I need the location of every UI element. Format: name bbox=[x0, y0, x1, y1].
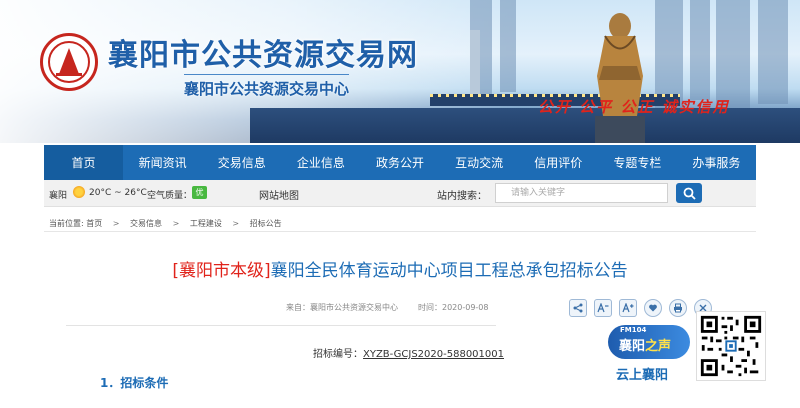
divider bbox=[66, 325, 496, 326]
breadcrumb-item-trade-info[interactable]: 交易信息 bbox=[130, 219, 162, 228]
bid-number-label: 招标编号： bbox=[313, 349, 363, 360]
sun-icon bbox=[73, 186, 85, 198]
weather-city: 襄阳 bbox=[49, 191, 68, 201]
article-region-tag: [襄阳市本级] bbox=[172, 261, 271, 281]
weather-temperature: 20°C ~ 26°C bbox=[89, 188, 147, 198]
radio-slogan: 云上襄阳 bbox=[616, 368, 669, 383]
radio-name-part1: 襄阳 bbox=[619, 339, 646, 354]
search-button[interactable] bbox=[676, 183, 702, 203]
breadcrumb-item-home[interactable]: 首页 bbox=[86, 219, 102, 228]
breadcrumb-item-construction[interactable]: 工程建设 bbox=[190, 219, 222, 228]
nav-item-interaction[interactable]: 互动交流 bbox=[440, 145, 519, 180]
banner-building bbox=[655, 0, 683, 108]
article-source: 来自：襄阳市公共资源交易中心 bbox=[286, 303, 398, 312]
banner-building bbox=[500, 0, 516, 92]
radio-name: 襄阳之声 bbox=[619, 335, 671, 354]
air-quality-label: 空气质量： bbox=[147, 191, 193, 201]
site-logo[interactable] bbox=[40, 33, 98, 91]
article-date: 时间：2020-09-08 bbox=[418, 303, 489, 312]
divider bbox=[44, 231, 756, 232]
nav-item-home[interactable]: 首页 bbox=[44, 145, 124, 180]
site-subtitle: 襄阳市公共资源交易中心 bbox=[184, 74, 350, 99]
radio-promo[interactable]: FM104 襄阳之声 云上襄阳 bbox=[605, 315, 695, 383]
info-bar: 襄阳 20°C ~ 26°C 空气质量： 优 网站地图 站内搜索： bbox=[44, 180, 756, 207]
radio-frequency: FM104 bbox=[620, 326, 647, 334]
nav-item-special[interactable]: 专题专栏 bbox=[598, 145, 677, 180]
sitemap-link[interactable]: 网站地图 bbox=[259, 187, 299, 202]
article-title: [襄阳市本级]襄阳全民体育运动中心项目工程总承包招标公告 bbox=[0, 256, 800, 281]
breadcrumb-separator: > bbox=[112, 219, 120, 228]
nav-item-enterprise[interactable]: 企业信息 bbox=[281, 145, 360, 180]
header-banner: 襄阳市公共资源交易网 襄阳市公共资源交易中心 公开 公平 公正 诚实信用 bbox=[0, 0, 800, 143]
nav-item-services[interactable]: 办事服务 bbox=[677, 145, 756, 180]
section-heading: 1．招标条件 bbox=[100, 376, 169, 390]
breadcrumb-prefix: 当前位置: bbox=[49, 219, 84, 228]
article-title-text: 襄阳全民体育运动中心项目工程总承包招标公告 bbox=[270, 261, 628, 281]
search-input[interactable] bbox=[495, 183, 668, 203]
breadcrumb-separator: > bbox=[172, 219, 180, 228]
site-title: 襄阳市公共资源交易网 bbox=[108, 38, 418, 73]
banner-tower bbox=[470, 30, 480, 100]
main-nav: 首页 新闻资讯 交易信息 企业信息 政务公开 互动交流 信用评价 专题专栏 办事… bbox=[44, 145, 756, 180]
search-icon bbox=[683, 187, 696, 200]
nav-item-credit[interactable]: 信用评价 bbox=[519, 145, 598, 180]
banner-building bbox=[690, 0, 710, 100]
share-icon[interactable] bbox=[569, 299, 587, 317]
article-meta: 来自：襄阳市公共资源交易中心 时间：2020-09-08 bbox=[286, 302, 489, 313]
banner-building bbox=[758, 0, 788, 104]
nav-item-gov-affairs[interactable]: 政务公开 bbox=[360, 145, 439, 180]
statue-illustration bbox=[595, 13, 645, 143]
nav-item-trade-info[interactable]: 交易信息 bbox=[202, 145, 281, 180]
breadcrumb: 当前位置: 首页 > 交易信息 > 工程建设 > 招标公告 bbox=[49, 218, 282, 229]
breadcrumb-separator: > bbox=[232, 219, 240, 228]
radio-name-part2: 之声 bbox=[645, 339, 672, 354]
bid-number: 招标编号：XYZB-GCJS2020-588001001 bbox=[313, 345, 504, 360]
air-quality-badge: 优 bbox=[192, 186, 207, 199]
breadcrumb-item-tender-notice[interactable]: 招标公告 bbox=[250, 219, 282, 228]
nav-item-news[interactable]: 新闻资讯 bbox=[123, 145, 202, 180]
search-label: 站内搜索： bbox=[437, 191, 487, 202]
site-slogan: 公开 公平 公正 诚实信用 bbox=[538, 98, 730, 116]
qr-code bbox=[697, 312, 765, 380]
bid-number-value: XYZB-GCJS2020-588001001 bbox=[363, 349, 504, 360]
